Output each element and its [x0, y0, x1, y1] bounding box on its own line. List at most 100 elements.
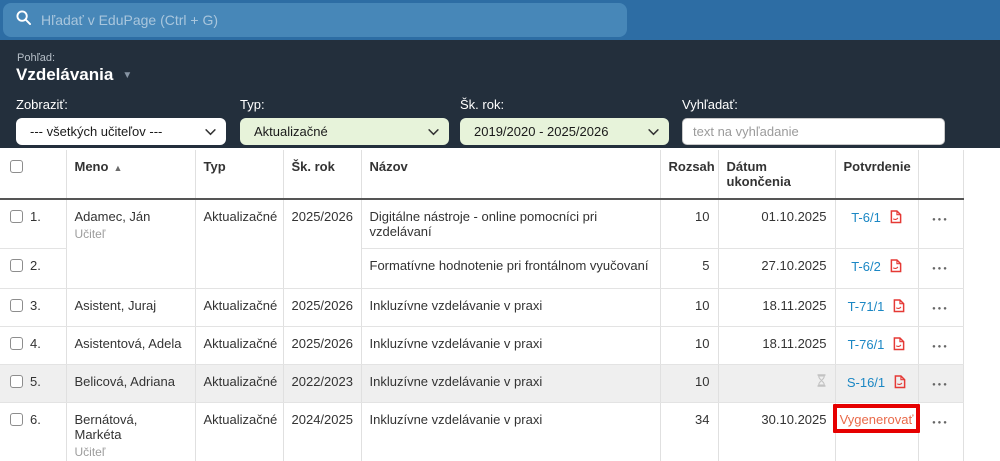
- row-number: 3.: [30, 298, 41, 313]
- end-date: 30.10.2025: [718, 403, 835, 461]
- row-checkbox[interactable]: [10, 299, 23, 312]
- table-row: 1. Adamec, JánUčiteľ Aktualizačné 2025/2…: [0, 199, 963, 249]
- page-header: Pohľad: Vzdelávania▼ Zobraziť: --- všetk…: [0, 40, 1000, 148]
- global-search-input[interactable]: [41, 12, 627, 28]
- column-header-actions: [918, 150, 963, 199]
- filter-vyhladat-label: Vyhľadať:: [682, 97, 945, 112]
- generate-confirmation-button[interactable]: Vygenerovať: [840, 412, 914, 427]
- scope-value: 10: [660, 199, 718, 249]
- school-year: 2025/2026: [283, 289, 361, 327]
- row-number: 1.: [30, 209, 41, 224]
- column-header-rozsah[interactable]: Rozsah: [660, 150, 718, 199]
- table-header-row: Meno▲ Typ Šk. rok Názov Rozsah Dátum uko…: [0, 150, 963, 199]
- type-select[interactable]: Aktualizačné: [240, 118, 449, 145]
- table-row: 6. Bernátová, Markéta Učiteľ Aktualizačné…: [0, 403, 963, 461]
- pdf-icon[interactable]: [893, 337, 905, 354]
- school-year: 2022/2023: [283, 365, 361, 403]
- teacher-role: Učiteľ: [75, 445, 187, 459]
- teacher-name: Adamec, Ján: [75, 209, 187, 224]
- school-year-select-value: 2019/2020 - 2025/2026: [474, 124, 648, 139]
- filter-sk-rok: Šk. rok: 2019/2020 - 2025/2026: [460, 97, 669, 145]
- teacher-name: Asistentová, Adela: [66, 327, 195, 365]
- training-name: Inkluzívne vzdelávanie v praxi: [361, 403, 660, 461]
- column-header-sk-rok[interactable]: Šk. rok: [283, 150, 361, 199]
- confirmation-link[interactable]: S-16/1: [847, 375, 885, 390]
- row-menu-button[interactable]: ●●●: [932, 266, 949, 272]
- sort-asc-icon: ▲: [113, 163, 122, 173]
- row-menu-button[interactable]: ●●●: [932, 344, 949, 350]
- training-type: Aktualizačné: [195, 199, 283, 289]
- teacher-role: Učiteľ: [75, 227, 187, 241]
- table-search-input[interactable]: [682, 118, 945, 145]
- filter-sk-rok-label: Šk. rok:: [460, 97, 669, 112]
- filter-zobrazit-label: Zobraziť:: [16, 97, 226, 112]
- row-menu-button[interactable]: ●●●: [932, 217, 949, 223]
- school-year-select[interactable]: 2019/2020 - 2025/2026: [460, 118, 669, 145]
- confirmation-link[interactable]: T-71/1: [848, 299, 885, 314]
- row-checkbox[interactable]: [10, 375, 23, 388]
- row-checkbox[interactable]: [10, 259, 23, 272]
- training-name: Inkluzívne vzdelávanie v praxi: [361, 327, 660, 365]
- column-header-meno[interactable]: Meno▲: [66, 150, 195, 199]
- end-date: 18.11.2025: [718, 327, 835, 365]
- row-number: 5.: [30, 374, 41, 389]
- scope-value: 10: [660, 327, 718, 365]
- row-number: 2.: [30, 258, 41, 273]
- training-type: Aktualizačné: [195, 403, 283, 461]
- column-header-potvrdenie[interactable]: Potvrdenie: [835, 150, 918, 199]
- row-menu-button[interactable]: ●●●: [932, 306, 949, 312]
- filter-vyhladat: Vyhľadať:: [682, 97, 945, 145]
- scope-value: 34: [660, 403, 718, 461]
- edupage-screen: Pohľad: Vzdelávania▼ Zobraziť: --- všetk…: [0, 0, 1000, 461]
- pdf-icon[interactable]: [890, 259, 902, 276]
- row-number: 6.: [30, 412, 41, 427]
- training-type: Aktualizačné: [195, 327, 283, 365]
- teacher-name: Bernátová, Markéta: [75, 412, 187, 442]
- search-icon: [16, 10, 31, 30]
- row-checkbox[interactable]: [10, 337, 23, 350]
- training-type: Aktualizačné: [195, 289, 283, 327]
- end-date: 01.10.2025: [718, 199, 835, 249]
- global-search-box[interactable]: [3, 3, 627, 37]
- row-menu-button[interactable]: ●●●: [932, 382, 949, 388]
- trainings-table: Meno▲ Typ Šk. rok Názov Rozsah Dátum uko…: [0, 150, 964, 461]
- view-title-text: Vzdelávania: [16, 65, 113, 84]
- confirmation-link[interactable]: T-6/1: [851, 210, 881, 225]
- row-checkbox[interactable]: [10, 413, 23, 426]
- confirmation-link[interactable]: T-76/1: [848, 337, 885, 352]
- teacher-name: Asistent, Juraj: [66, 289, 195, 327]
- end-date: 18.11.2025: [718, 289, 835, 327]
- confirmation-link[interactable]: T-6/2: [851, 259, 881, 274]
- type-select-value: Aktualizačné: [254, 124, 428, 139]
- scope-value: 10: [660, 289, 718, 327]
- column-header-datum[interactable]: Dátum ukončenia: [718, 150, 835, 199]
- table-row: 5. Belicová, Adriana Aktualizačné 2022/2…: [0, 365, 963, 403]
- column-header-nazov[interactable]: Názov: [361, 150, 660, 199]
- pdf-icon[interactable]: [894, 375, 906, 392]
- training-type: Aktualizačné: [195, 365, 283, 403]
- training-name: Inkluzívne vzdelávanie v praxi: [361, 365, 660, 403]
- row-menu-button[interactable]: ●●●: [932, 420, 949, 426]
- row-checkbox[interactable]: [10, 210, 23, 223]
- training-name: Formatívne hodnotenie pri frontálnom vyu…: [361, 249, 660, 289]
- hourglass-icon: [816, 374, 827, 390]
- table-row: 3. Asistent, Juraj Aktualizačné 2025/202…: [0, 289, 963, 327]
- select-all-checkbox[interactable]: [10, 160, 23, 173]
- row-number: 4.: [30, 336, 41, 351]
- training-name: Digitálne nástroje - online pomocníci pr…: [361, 199, 660, 249]
- filter-zobrazit: Zobraziť: --- všetkých učiteľov ---: [16, 97, 226, 145]
- training-name: Inkluzívne vzdelávanie v praxi: [361, 289, 660, 327]
- filter-typ: Typ: Aktualizačné: [240, 97, 449, 145]
- table-row: 4. Asistentová, Adela Aktualizačné 2025/…: [0, 327, 963, 365]
- school-year: 2024/2025: [283, 403, 361, 461]
- school-year: 2025/2026: [283, 327, 361, 365]
- filter-typ-label: Typ:: [240, 97, 449, 112]
- view-selector[interactable]: Vzdelávania ▼: [16, 65, 132, 85]
- scope-value: 10: [660, 365, 718, 403]
- scope-value: 5: [660, 249, 718, 289]
- pdf-icon[interactable]: [893, 299, 905, 316]
- pdf-icon[interactable]: [890, 210, 902, 227]
- chevron-down-icon: ▼: [122, 70, 132, 81]
- column-header-typ[interactable]: Typ: [195, 150, 283, 199]
- teachers-select[interactable]: --- všetkých učiteľov ---: [16, 118, 226, 145]
